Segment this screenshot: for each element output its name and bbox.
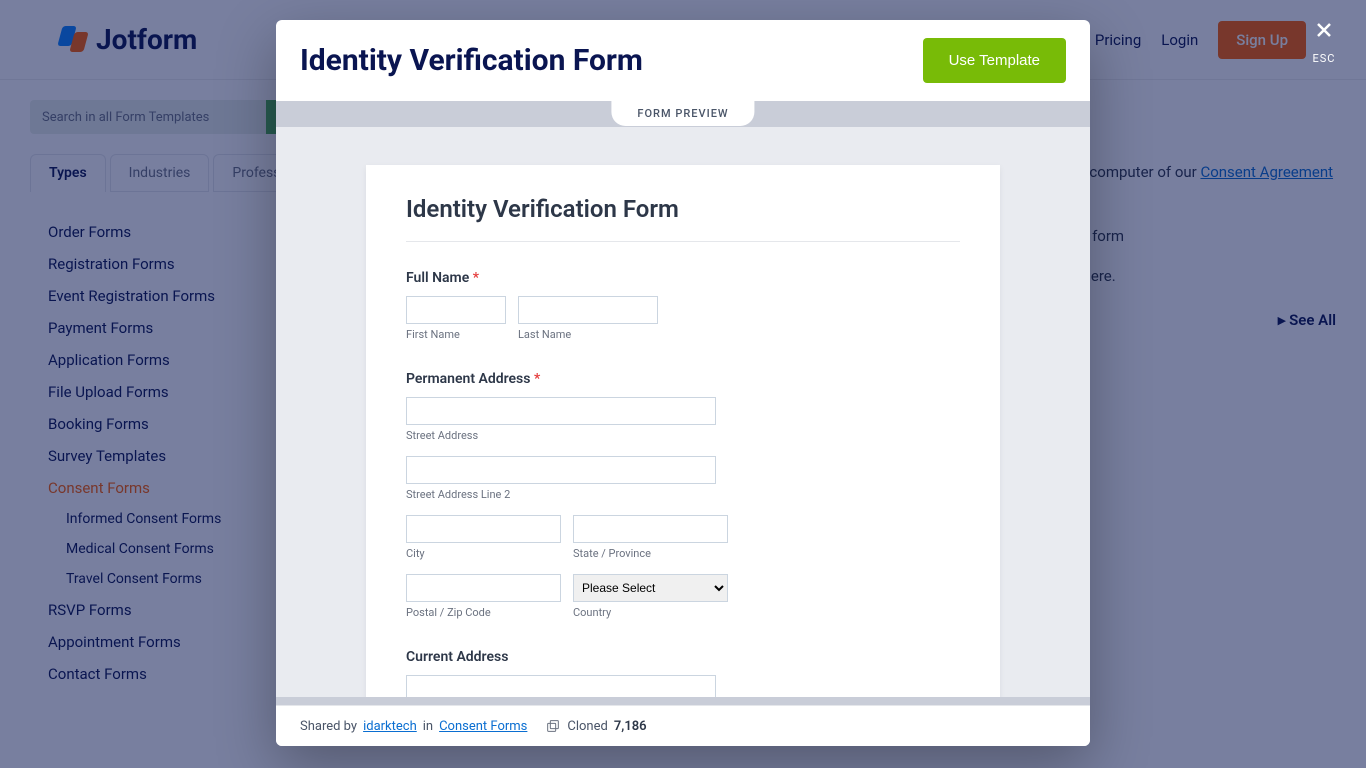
clone-count: 7,186 <box>614 719 647 734</box>
field-permanent-address: Permanent Address * Street Address Stree… <box>406 371 960 619</box>
street-input[interactable] <box>406 397 716 425</box>
curr-street-input[interactable] <box>406 675 716 697</box>
city-sublabel: City <box>406 547 561 560</box>
perm-addr-label: Permanent Address <box>406 371 530 387</box>
clone-icon <box>545 718 561 734</box>
author-link[interactable]: idarktech <box>363 719 417 734</box>
state-input[interactable] <box>573 515 728 543</box>
form-preview-area: Identity Verification Form Full Name * F… <box>276 127 1090 697</box>
preview-tab-label: FORM PREVIEW <box>611 101 754 126</box>
city-input[interactable] <box>406 515 561 543</box>
form-title: Identity Verification Form <box>406 195 960 242</box>
full-name-label: Full Name <box>406 270 469 286</box>
modal-header: Identity Verification Form Use Template <box>276 20 1090 101</box>
esc-label: ESC <box>1312 52 1336 65</box>
in-label: in <box>423 719 433 734</box>
last-name-input[interactable] <box>518 296 658 324</box>
category-link[interactable]: Consent Forms <box>439 719 527 734</box>
street2-input[interactable] <box>406 456 716 484</box>
cloned-label: Cloned <box>567 719 607 734</box>
curr-addr-label: Current Address <box>406 649 960 665</box>
preview-band: FORM PREVIEW <box>276 101 1090 127</box>
use-template-button[interactable]: Use Template <box>923 38 1066 83</box>
postal-input[interactable] <box>406 574 561 602</box>
preview-band-bottom <box>276 697 1090 705</box>
shared-by-label: Shared by <box>300 719 357 734</box>
modal-title: Identity Verification Form <box>300 43 643 78</box>
state-sublabel: State / Province <box>573 547 728 560</box>
first-name-sublabel: First Name <box>406 328 506 341</box>
country-sublabel: Country <box>573 606 728 619</box>
required-icon: * <box>473 270 479 286</box>
last-name-sublabel: Last Name <box>518 328 658 341</box>
postal-sublabel: Postal / Zip Code <box>406 606 561 619</box>
close-icon <box>1312 18 1336 42</box>
template-modal: Identity Verification Form Use Template … <box>276 20 1090 746</box>
field-current-address: Current Address <box>406 649 960 697</box>
modal-footer: Shared by idarktech in Consent Forms Clo… <box>276 705 1090 746</box>
street2-sublabel: Street Address Line 2 <box>406 488 716 501</box>
street-sublabel: Street Address <box>406 429 716 442</box>
field-full-name: Full Name * First Name Last Name <box>406 270 960 341</box>
form-card: Identity Verification Form Full Name * F… <box>366 165 1000 697</box>
close-button[interactable]: ESC <box>1312 18 1336 65</box>
first-name-input[interactable] <box>406 296 506 324</box>
country-select[interactable]: Please Select <box>573 574 728 602</box>
required-icon: * <box>534 371 540 387</box>
